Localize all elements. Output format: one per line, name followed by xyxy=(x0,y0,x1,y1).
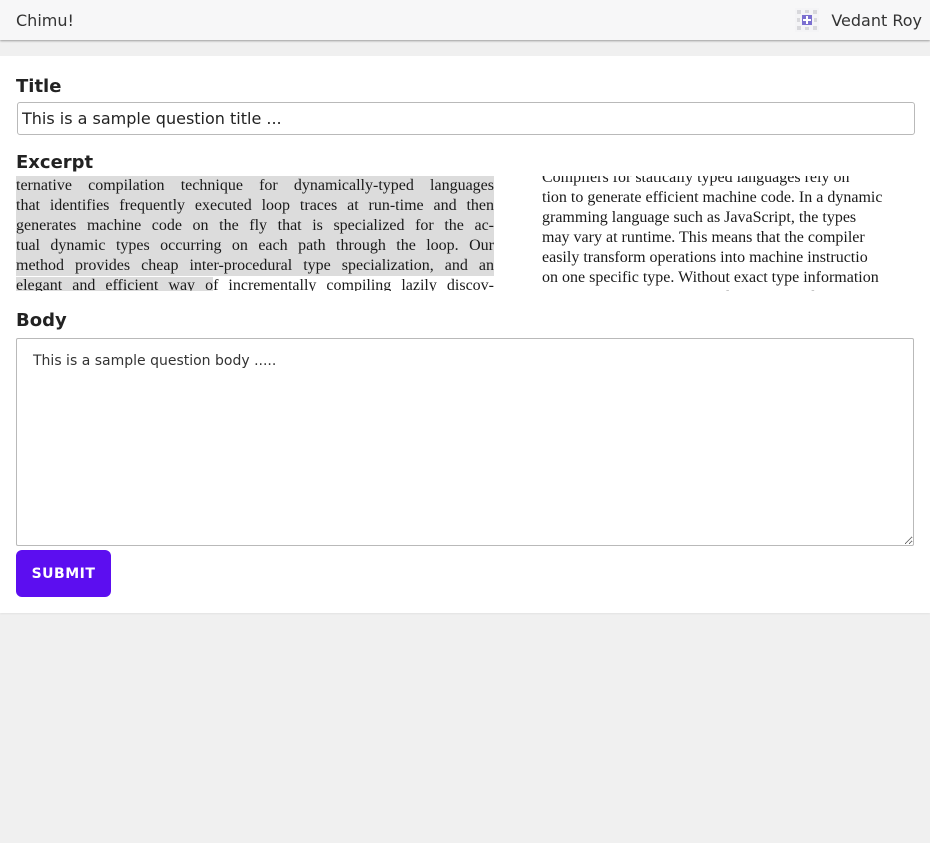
excerpt-right-line: gramming language such as JavaScript, th… xyxy=(542,209,857,226)
excerpt-left-column: ternative compilation technique for dyna… xyxy=(16,176,494,295)
user-name[interactable]: Vedant Roy xyxy=(831,11,922,30)
app-brand[interactable]: Chimu! xyxy=(16,11,74,30)
excerpt-highlighted-text: tual dynamic types occurring on each pat… xyxy=(16,237,494,254)
excerpt-label: Excerpt xyxy=(16,152,94,173)
submit-button[interactable]: SUBMIT xyxy=(16,550,111,597)
excerpt-right-line: Compilers for statically typed languages… xyxy=(542,176,850,186)
excerpt-clip-edge xyxy=(16,291,914,295)
excerpt-highlighted-text: method provides cheap inter-procedural t… xyxy=(16,257,494,274)
excerpt-left-line: generates machine code on the fly that i… xyxy=(16,216,494,236)
title-label: Title xyxy=(16,76,62,97)
excerpt-highlighted-text: ternative compilation technique for dyna… xyxy=(16,177,494,194)
excerpt-preview[interactable]: ternative compilation technique for dyna… xyxy=(16,176,914,295)
excerpt-right-line: easily transform operations into machine… xyxy=(542,249,868,266)
excerpt-right-line: on one specific type. Without exact type… xyxy=(542,269,879,286)
top-navbar: Chimu! Vedant Roy xyxy=(0,0,930,40)
avatar-icon[interactable] xyxy=(795,8,820,32)
body-label: Body xyxy=(16,310,67,331)
excerpt-right-column: Compilers for statically typed languages… xyxy=(542,176,914,295)
excerpt-highlighted-text: generates machine code on the fly that i… xyxy=(16,217,494,234)
excerpt-left-line: tual dynamic types occurring on each pat… xyxy=(16,236,494,256)
excerpt-left-line: that identifies frequently executed loop… xyxy=(16,196,494,216)
excerpt-right-line: tion to generate efficient machine code.… xyxy=(542,189,883,206)
excerpt-left-line: ternative compilation technique for dyna… xyxy=(16,176,494,196)
excerpt-right-line: may vary at runtime. This means that the… xyxy=(542,229,865,246)
question-form-card: Title Excerpt ternative compilation tech… xyxy=(0,56,930,613)
user-menu[interactable]: Vedant Roy xyxy=(795,8,922,32)
excerpt-highlighted-text: that identifies frequently executed loop… xyxy=(16,197,494,214)
excerpt-left-line: method provides cheap inter-procedural t… xyxy=(16,256,494,276)
body-textarea[interactable]: This is a sample question body ..... xyxy=(16,338,914,546)
title-input[interactable] xyxy=(17,102,915,135)
